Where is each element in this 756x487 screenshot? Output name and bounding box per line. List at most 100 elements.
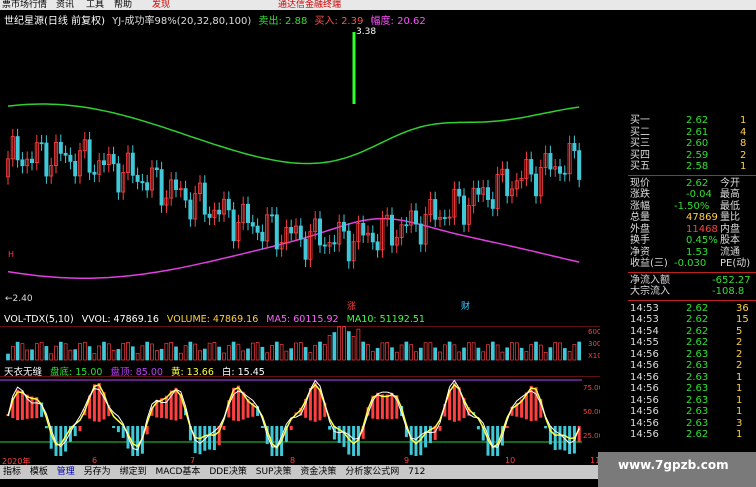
flow-row: 净流入额 -652.27: [628, 275, 756, 287]
date-tick-label: 8: [290, 456, 296, 465]
candle-body: [111, 154, 116, 165]
stat-row: 涨跌 -0.04 最高: [628, 189, 756, 201]
candle-body: [346, 230, 351, 262]
volume-bar: [49, 353, 54, 361]
price-chart[interactable]: 3.002.902.802.702.602.502.40 3.38 ←2.40 …: [0, 24, 600, 314]
tab-formula-site[interactable]: 分析家公式网: [345, 467, 399, 477]
stat-row: 涨幅 -1.50% 最低: [628, 201, 756, 213]
volume-bar: [87, 346, 92, 361]
tick-price: 2.62: [686, 314, 709, 325]
tab-dde[interactable]: DDE决策: [209, 467, 247, 477]
volume-bar: [10, 345, 15, 361]
menu-item-news[interactable]: 资讯: [56, 0, 74, 10]
indicator-chart[interactable]: 75.00 50.00 25.00: [0, 376, 600, 456]
stat-label-2: 今开: [720, 177, 740, 189]
tick-price: 2.63: [686, 417, 709, 429]
volume-bar: [298, 342, 303, 361]
date-tick-label: 6: [92, 456, 98, 465]
stat-label: 换手: [630, 235, 650, 246]
indicator-bar: [313, 382, 317, 422]
volume-bar: [30, 349, 34, 361]
volume-bar: [164, 342, 169, 361]
volume-bar: [222, 352, 226, 361]
menu-item-help[interactable]: 帮助: [114, 0, 132, 10]
volume-bar: [188, 341, 193, 361]
tick-price: 2.63: [686, 371, 709, 383]
tab-712[interactable]: 712: [408, 467, 425, 477]
candle-body: [145, 182, 150, 191]
stat-label-2: 股本: [720, 235, 740, 246]
stat-label: 外盘: [630, 223, 650, 235]
candle-body: [154, 167, 159, 170]
tick-row: 14:56 2.62 1: [628, 429, 756, 441]
tab-fund[interactable]: 资金决策: [300, 467, 336, 477]
volume-chart[interactable]: 60000 30000 X10: [0, 326, 600, 362]
volume-bar: [217, 346, 222, 361]
volume-bar: [207, 342, 212, 361]
tick-time: 14:53: [630, 302, 659, 314]
bid-volume: 8: [740, 138, 747, 149]
volume-bar: [553, 342, 558, 361]
volume-bar: [250, 342, 255, 361]
menu-item-market[interactable]: 票市场行情: [2, 0, 47, 10]
indicator-bar: [390, 392, 394, 420]
indicator-bar: [78, 426, 82, 432]
vvol-value: VVOL: 47869.16: [81, 314, 159, 325]
indicator-bar: [116, 426, 120, 433]
tick-volume: 2: [736, 360, 743, 371]
volume-bar: [58, 341, 63, 361]
candle-body: [375, 241, 380, 251]
tick-volume: 3: [736, 417, 743, 429]
indicator-bar: [212, 426, 216, 451]
indicator-bar: [164, 395, 168, 419]
indicator-bar: [376, 392, 380, 420]
volume-bar: [178, 352, 183, 361]
volume-bar: [236, 343, 241, 361]
flow-label: 大宗流入: [630, 286, 670, 297]
tick-volume: 1: [736, 406, 743, 417]
tab-macd[interactable]: MACD基本: [155, 467, 200, 477]
candle-body: [135, 174, 140, 182]
tick-row: 14:56 2.63 2: [628, 360, 756, 372]
stat-row: 净资 1.53 流通: [628, 247, 756, 259]
bid-price: 2.58: [686, 161, 709, 172]
volume-bar: [183, 345, 188, 361]
candle-body: [250, 222, 255, 227]
stat-label-2: 内盘: [720, 223, 740, 235]
tick-row: 14:53 2.62 15: [628, 314, 756, 326]
menu-item-discover[interactable]: 发现: [152, 0, 170, 10]
candle-body: [548, 153, 553, 170]
candle-body: [418, 223, 423, 245]
volume-bar: [399, 344, 404, 361]
volume-bar: [121, 342, 126, 361]
tab-save-as[interactable]: 另存为: [84, 467, 111, 477]
tick-price: 2.62: [686, 337, 709, 348]
tab-sup[interactable]: SUP决策: [256, 467, 292, 477]
volume-bar: [514, 342, 519, 361]
volume-bar: [54, 345, 58, 361]
tick-time: 14:56: [630, 371, 659, 383]
indicator-bar: [136, 426, 140, 456]
menu-item-tools[interactable]: 工具: [86, 0, 104, 10]
stat-label: 总量: [630, 212, 650, 223]
stat-value: -0.04: [686, 189, 712, 200]
volume-bar: [34, 343, 39, 361]
tick-price: 2.63: [686, 394, 709, 406]
tab-bind[interactable]: 绑定到: [120, 467, 147, 477]
tab-template[interactable]: 模板: [30, 467, 48, 477]
candle-body: [92, 171, 97, 175]
volume-bar: [130, 346, 135, 361]
flow-row: 大宗流入 -108.8: [628, 286, 756, 298]
bid-row: 买三 2.60 8: [628, 138, 756, 150]
candle-body: [577, 150, 582, 180]
candle-body: [15, 136, 20, 161]
bid-price: 2.62: [686, 115, 709, 126]
volume-bar: [284, 350, 289, 361]
stat-row: 收益(三) -0.030 PE(动): [628, 258, 756, 270]
watermark-text: www.7gpzb.com: [618, 458, 729, 472]
tab-indicator[interactable]: 指标: [3, 467, 21, 477]
indicator-bar: [112, 426, 116, 428]
bid-volume: 1: [740, 161, 747, 172]
volume-bar: [562, 348, 567, 361]
tab-manage[interactable]: 管理: [57, 467, 75, 477]
